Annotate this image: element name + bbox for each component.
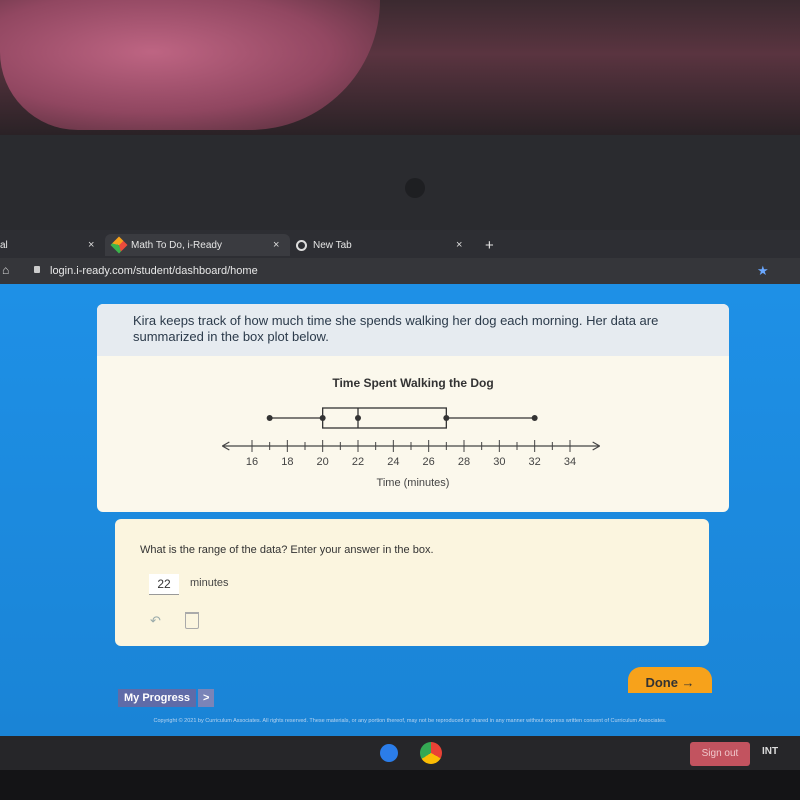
tick-label: 30 [493,456,505,468]
tick-label: 22 [352,456,364,468]
chrome-app-icon[interactable] [420,742,442,764]
copyright-text: Copyright © 2021 by Curriculum Associate… [153,718,667,724]
done-button[interactable]: Done → [628,667,712,693]
answer-card: What is the range of the data? Enter you… [115,519,709,646]
tab-label: New Tab [313,239,352,251]
meet-app-icon[interactable] [380,744,398,762]
my-progress-label: My Progress [118,689,197,707]
trash-icon[interactable] [185,612,199,629]
sign-out-button[interactable]: Sign out [690,742,750,766]
bookmark-star-icon[interactable]: ★ [757,263,769,279]
background-room [0,0,800,135]
browser-tab-bar: al × Math To Do, i-Ready × New Tab × + [0,230,800,258]
laptop-bezel [0,135,800,230]
tick-label: 16 [246,456,258,468]
os-taskbar [0,736,800,770]
close-icon[interactable]: × [88,239,94,251]
answer-prompt: What is the range of the data? Enter you… [140,544,434,556]
tick-label: 32 [529,456,541,468]
max-point [531,415,538,421]
tab-label: al [0,239,8,251]
webcam [405,178,425,198]
q1-point [319,415,326,421]
question-card: Kira keeps track of how much time she sp… [97,304,729,512]
x-axis-label: Time (minutes) [377,477,450,489]
home-icon[interactable]: ⌂ [2,263,9,277]
tab-new-tab[interactable]: New Tab × [296,234,476,256]
url-field[interactable]: login.i-ready.com/student/dashboard/home [50,265,258,277]
tick-label: 26 [423,456,435,468]
laptop-base [0,770,800,800]
iready-logo-icon [110,236,128,254]
undo-icon[interactable]: ↶ [150,613,161,629]
tab-previous[interactable]: al × [0,234,100,256]
blanket [0,0,380,130]
address-bar: ⌂ login.i-ready.com/student/dashboard/ho… [0,258,800,284]
median-point [355,415,361,421]
box-plot: Time (minutes) 16 18 20 22 24 26 28 30 32 34 [222,407,600,489]
tick-label: 20 [317,456,329,468]
lock-icon [34,266,40,273]
close-icon[interactable]: × [456,239,462,251]
close-icon[interactable]: × [273,239,279,251]
input-method-indicator[interactable]: INT [762,746,778,757]
min-point [266,415,273,421]
tick-label: 18 [281,456,293,468]
chrome-icon [296,239,307,251]
my-progress-button[interactable]: My Progress > [118,689,215,707]
tab-label: Math To Do, i-Ready [131,239,222,251]
new-tab-button[interactable]: + [485,234,494,256]
answer-unit: minutes [190,577,229,589]
tick-label: 28 [458,456,470,468]
iqr-box [322,407,447,429]
answer-input[interactable]: 22 [149,574,179,595]
chevron-right-icon: > [198,689,215,707]
tab-math-to-do[interactable]: Math To Do, i-Ready × [105,234,290,256]
tick-label: 34 [564,456,576,468]
q3-point [443,415,450,421]
tick-label: 24 [387,456,399,468]
